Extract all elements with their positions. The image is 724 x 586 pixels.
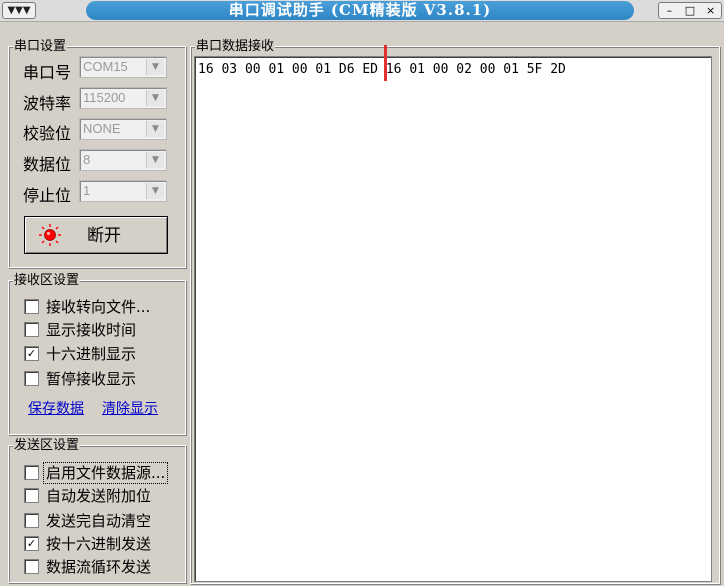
- hex-send-checkbox[interactable]: ✓: [24, 536, 39, 551]
- chevron-down-icon[interactable]: ▼: [146, 152, 164, 168]
- hex-send-label: 按十六进制发送: [46, 535, 152, 553]
- databits-label: 数据位: [23, 155, 72, 174]
- auto-append-label: 自动发送附加位: [46, 487, 152, 505]
- auto-append-checkbox[interactable]: [24, 488, 39, 503]
- parity-label: 校验位: [23, 124, 72, 143]
- disconnect-label: 断开: [87, 226, 121, 246]
- serial-settings-title: 串口设置: [13, 39, 68, 54]
- receive-area-title: 串口数据接收: [195, 39, 276, 54]
- databits-value: 8: [83, 152, 91, 167]
- loop-send-checkbox[interactable]: [24, 559, 39, 574]
- status-led-icon: [39, 224, 61, 246]
- baud-select[interactable]: 115200 ▼: [79, 87, 167, 109]
- chevron-down-icon[interactable]: ▼: [146, 59, 164, 75]
- stopbits-value: 1: [83, 183, 91, 198]
- window-controls: – □ ×: [658, 2, 722, 19]
- port-value: COM15: [83, 59, 128, 74]
- auto-clear-checkbox[interactable]: [24, 513, 39, 528]
- receive-content: 16 03 00 01 00 01 D6 ED 16 01 00 02 00 0…: [198, 61, 566, 78]
- show-recv-time-label: 显示接收时间: [46, 321, 137, 339]
- stopbits-label: 停止位: [23, 186, 72, 205]
- hex-display-checkbox[interactable]: ✓: [24, 346, 39, 361]
- save-data-link[interactable]: 保存数据: [28, 400, 84, 418]
- recv-to-file-label: 接收转向文件...: [46, 298, 151, 316]
- parity-select[interactable]: NONE ▼: [79, 118, 167, 140]
- clear-display-link[interactable]: 清除显示: [102, 400, 158, 418]
- close-icon[interactable]: ×: [703, 3, 719, 18]
- databits-select[interactable]: 8 ▼: [79, 149, 167, 171]
- file-source-label: 启用文件数据源...: [42, 462, 169, 484]
- minimize-icon[interactable]: –: [661, 3, 677, 18]
- disconnect-button[interactable]: 断开: [24, 216, 168, 254]
- send-settings-title: 发送区设置: [13, 438, 81, 453]
- port-label: 串口号: [23, 63, 72, 82]
- receive-textarea[interactable]: 16 03 00 01 00 01 D6 ED 16 01 00 02 00 0…: [194, 56, 712, 582]
- hex-display-label: 十六进制显示: [46, 345, 137, 363]
- red-cursor-marker: [384, 45, 387, 81]
- recv-to-file-checkbox[interactable]: [24, 299, 39, 314]
- auto-clear-label: 发送完自动清空: [46, 512, 152, 530]
- pause-recv-label: 暂停接收显示: [46, 370, 137, 388]
- parity-value: NONE: [83, 121, 121, 136]
- chevron-down-icon[interactable]: ▼: [146, 90, 164, 106]
- receive-settings-title: 接收区设置: [13, 273, 81, 288]
- loop-send-label: 数据流循环发送: [46, 558, 152, 576]
- receive-segment-2: 16 01 00 02 00 01 5F 2D: [385, 62, 566, 77]
- maximize-icon[interactable]: □: [682, 3, 698, 18]
- pause-recv-checkbox[interactable]: [24, 371, 39, 386]
- port-select[interactable]: COM15 ▼: [79, 56, 167, 78]
- title-bar: ▼▼▼ 串口调试助手 (CM精装版 V3.8.1) – □ ×: [0, 0, 724, 22]
- baud-value: 115200: [83, 90, 126, 105]
- chevron-down-icon[interactable]: ▼: [146, 121, 164, 137]
- show-recv-time-checkbox[interactable]: [24, 322, 39, 337]
- receive-segment-1: 16 03 00 01 00 01 D6 ED: [198, 62, 379, 77]
- stopbits-select[interactable]: 1 ▼: [79, 180, 167, 202]
- file-source-checkbox[interactable]: [24, 465, 39, 480]
- system-menu-button[interactable]: ▼▼▼: [2, 2, 36, 19]
- chevron-down-icon[interactable]: ▼: [146, 183, 164, 199]
- window-title: 串口调试助手 (CM精装版 V3.8.1): [86, 1, 634, 20]
- baud-label: 波特率: [23, 94, 72, 113]
